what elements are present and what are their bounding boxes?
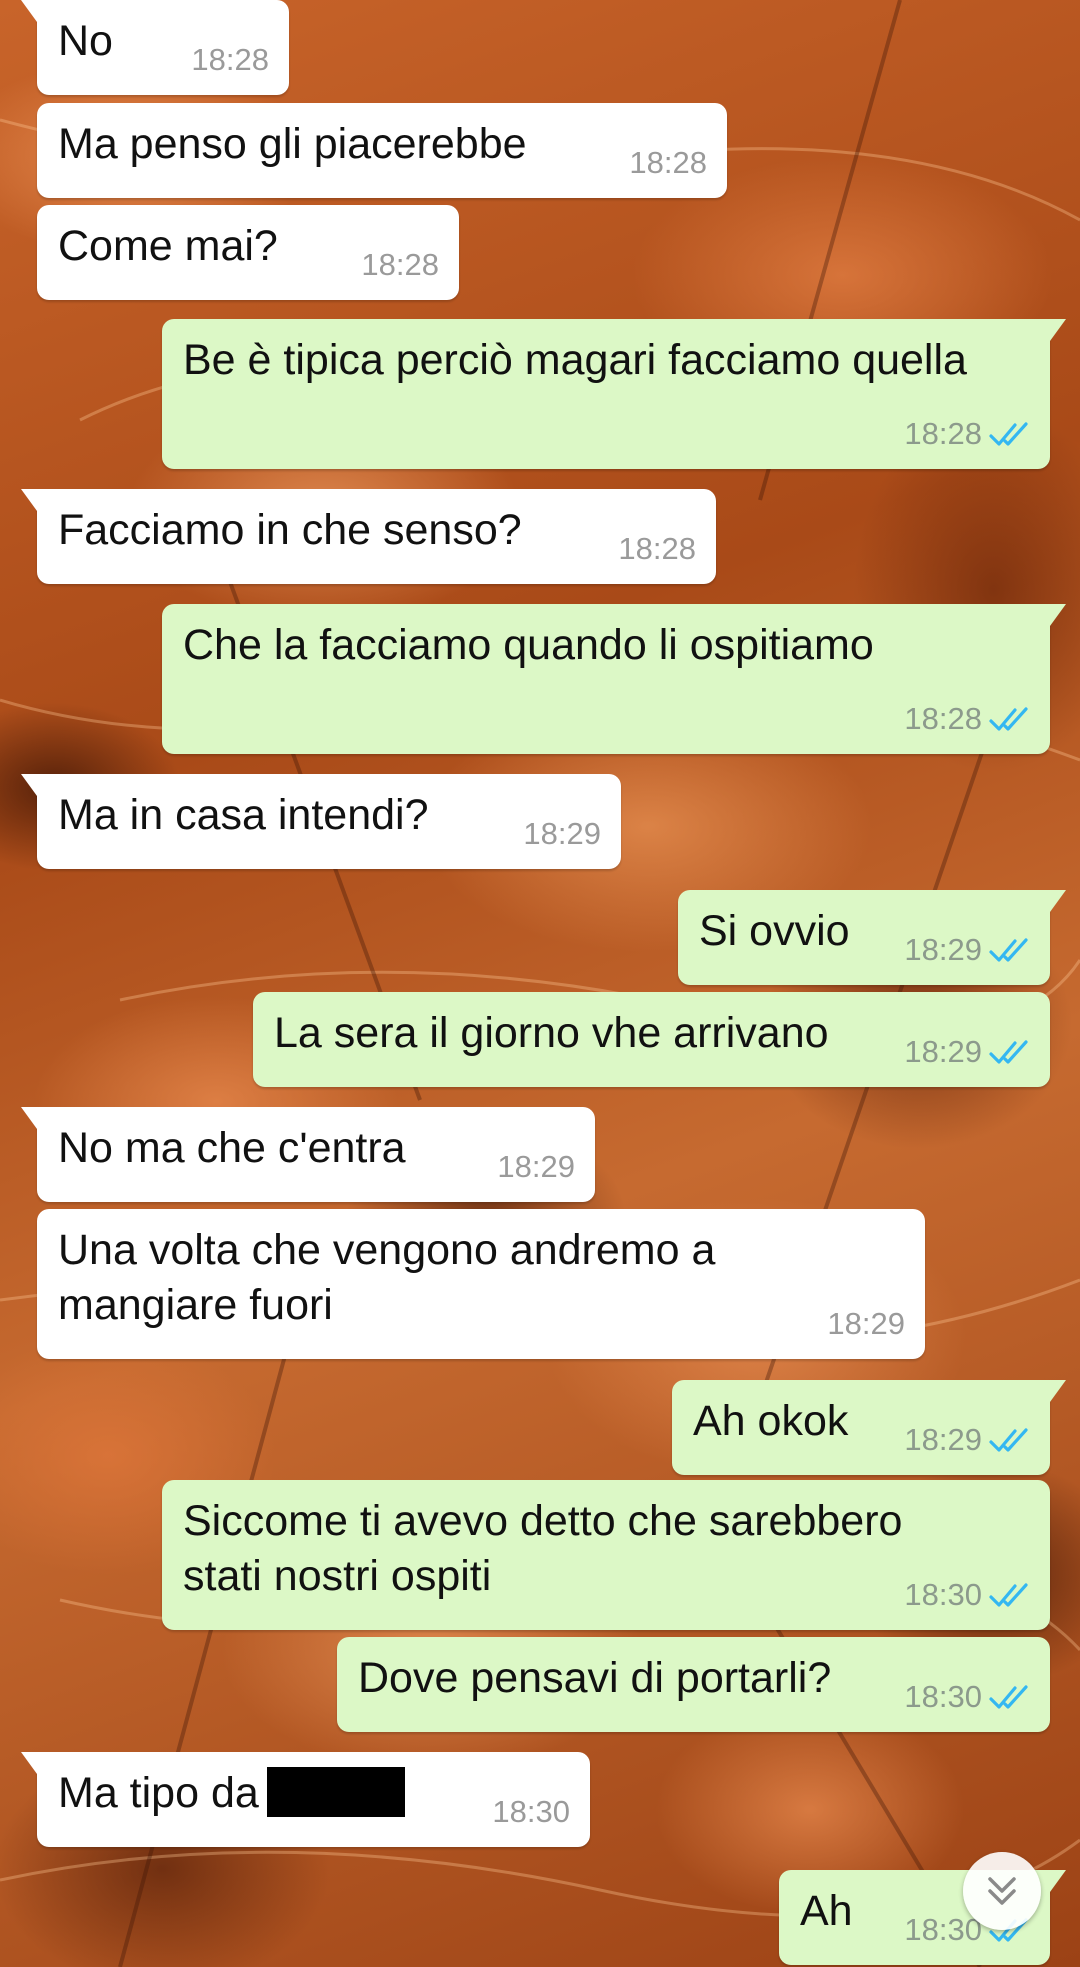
outgoing-message[interactable]: Si ovvio 18:29 (678, 890, 1066, 985)
message-time: 18:28 (618, 531, 696, 566)
incoming-message[interactable]: Facciamo in che senso? 18:28 (21, 489, 716, 584)
outgoing-message[interactable]: La sera il giorno vhe arrivano 18:29 (253, 992, 1050, 1087)
message-time: 18:28 (904, 701, 982, 736)
message-text: Be è tipica perciò magari facciamo quell… (183, 336, 967, 384)
message-text-line-1: Una volta che vengono andremo a (58, 1226, 716, 1274)
message-status: 18:28 (904, 406, 1030, 461)
message-time: 18:28 (361, 247, 439, 282)
message-time: 18:29 (904, 1034, 982, 1069)
message-time: 18:28 (904, 416, 982, 451)
outgoing-message[interactable]: Be è tipica perciò magari facciamo quell… (162, 319, 1066, 469)
double-check-icon (989, 706, 1028, 731)
message-status: 18:28 (904, 691, 1030, 746)
double-chevron-down-icon (988, 1877, 1016, 1905)
outgoing-message[interactable]: Ah okok 18:29 (672, 1380, 1066, 1475)
message-text: Ma in casa intendi? (58, 791, 429, 839)
message-time: 18:29 (523, 816, 601, 851)
incoming-message[interactable]: Come mai? 18:28 (37, 205, 459, 300)
incoming-message[interactable]: Una volta che vengono andremo a mangiare… (37, 1209, 925, 1359)
redacted-block (266, 1767, 405, 1817)
outgoing-message[interactable]: Che la facciamo quando li ospitiamo 18:2… (162, 604, 1066, 754)
message-time: 18:28 (629, 145, 707, 180)
incoming-message[interactable]: No 18:28 (21, 0, 289, 95)
message-time: 18:29 (827, 1306, 905, 1341)
message-text: Che la facciamo quando li ospitiamo (183, 621, 874, 669)
double-check-icon (989, 1039, 1028, 1064)
message-text-line-2: mangiare fuori (58, 1281, 333, 1329)
chat-conversation[interactable]: No 18:28 Ma penso gli piacerebbe 18:28 C… (0, 0, 1080, 1967)
message-status: 18:29 (904, 922, 1030, 977)
outgoing-message[interactable]: Siccome ti avevo detto che sarebbero sta… (162, 1480, 1050, 1630)
double-check-icon (989, 1427, 1028, 1452)
incoming-message[interactable]: Ma tipo da 18:30 (21, 1752, 590, 1847)
double-check-icon (989, 1684, 1028, 1709)
message-time: 18:29 (904, 1422, 982, 1457)
incoming-message[interactable]: Ma penso gli piacerebbe 18:28 (37, 103, 727, 198)
message-time: 18:30 (904, 1679, 982, 1714)
scroll-to-bottom-button[interactable] (963, 1852, 1041, 1930)
message-time: 18:29 (904, 932, 982, 967)
message-time: 18:29 (497, 1149, 575, 1184)
message-status: 18:30 (904, 1669, 1030, 1724)
double-check-icon (989, 421, 1028, 446)
message-text-line-2: stati nostri ospiti (183, 1552, 492, 1600)
message-text: Facciamo in che senso? (58, 506, 522, 554)
message-text-line-1: Siccome ti avevo detto che sarebbero (183, 1497, 903, 1545)
message-status: 18:30 (904, 1567, 1030, 1622)
message-status: 18:29 (904, 1024, 1030, 1079)
double-check-icon (989, 1582, 1028, 1607)
incoming-message[interactable]: No ma che c'entra 18:29 (21, 1107, 595, 1202)
outgoing-message[interactable]: Dove pensavi di portarli? 18:30 (337, 1637, 1050, 1732)
message-text: Ma penso gli piacerebbe (58, 120, 527, 168)
double-check-icon (989, 937, 1028, 962)
message-time: 18:28 (191, 42, 269, 77)
message-time: 18:30 (492, 1794, 570, 1829)
incoming-message[interactable]: Ma in casa intendi? 18:29 (21, 774, 621, 869)
message-time: 18:30 (904, 1577, 982, 1612)
message-status: 18:29 (904, 1412, 1030, 1467)
